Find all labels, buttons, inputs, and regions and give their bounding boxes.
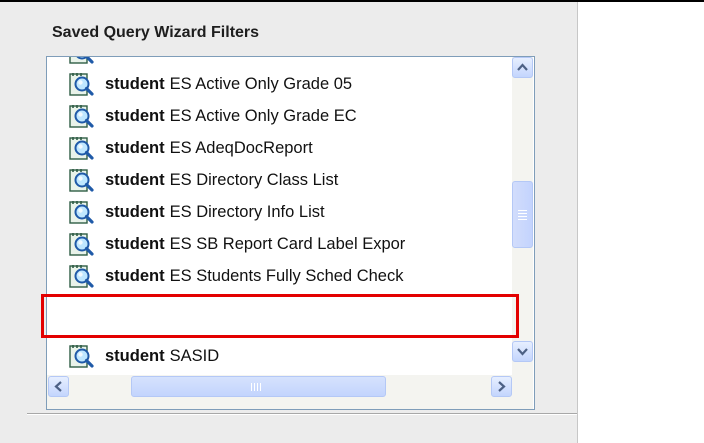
list-item-partial[interactable] bbox=[47, 56, 512, 68]
list-item[interactable]: student ES Directory Class List bbox=[47, 164, 512, 196]
list-item[interactable]: student ES Active Only Grade 05 bbox=[47, 68, 512, 100]
query-magnifier-icon bbox=[68, 71, 94, 97]
horizontal-scroll-thumb[interactable] bbox=[131, 376, 386, 397]
list-item-selected[interactable]: student ES Students Fully Sched Check bbox=[47, 260, 512, 292]
item-type: student bbox=[105, 234, 165, 253]
scrollbar-corner bbox=[512, 375, 533, 409]
item-name: ES SB Report Card Label Expor bbox=[169, 234, 406, 253]
list-item[interactable]: student ES SB Report Card Label Expor bbox=[47, 228, 512, 260]
chevron-left-icon bbox=[54, 381, 62, 392]
list-item[interactable]: student ES Directory Info List bbox=[47, 196, 512, 228]
divider-highlight bbox=[27, 414, 577, 415]
chevron-right-icon bbox=[498, 381, 506, 392]
item-type: student bbox=[105, 170, 165, 189]
list-item[interactable]: student ES AdeqDocReport bbox=[47, 132, 512, 164]
item-type: student bbox=[105, 346, 165, 365]
item-type: student bbox=[105, 138, 165, 157]
chevron-up-icon bbox=[517, 63, 528, 71]
section-title: Saved Query Wizard Filters bbox=[52, 24, 260, 41]
item-type: student bbox=[105, 202, 165, 221]
item-type: student bbox=[105, 74, 165, 93]
item-name: ES Directory Info List bbox=[169, 202, 325, 221]
list-item[interactable]: student ES Active Only Grade EC bbox=[47, 100, 512, 132]
query-magnifier-icon bbox=[68, 135, 94, 161]
query-magnifier-icon bbox=[68, 103, 94, 129]
scroll-up-button[interactable] bbox=[512, 57, 533, 78]
filters-panel: Saved Query Wizard Filters student ES Ac… bbox=[0, 2, 578, 443]
chevron-down-icon bbox=[517, 348, 528, 356]
item-name: ES AdeqDocReport bbox=[169, 138, 313, 157]
scroll-down-button[interactable] bbox=[512, 341, 533, 362]
scroll-left-button[interactable] bbox=[48, 376, 69, 397]
query-magnifier-icon bbox=[68, 263, 94, 289]
item-name: SASID bbox=[169, 346, 220, 365]
query-magnifier-icon bbox=[68, 199, 94, 225]
item-name: ES Active Only Grade EC bbox=[169, 106, 357, 125]
item-type: student bbox=[105, 106, 165, 125]
item-name: ES Directory Class List bbox=[169, 170, 339, 189]
vertical-scroll-thumb[interactable] bbox=[512, 181, 533, 248]
item-name: ES Active Only Grade 05 bbox=[169, 74, 353, 93]
query-magnifier-icon bbox=[68, 343, 94, 369]
query-magnifier-icon bbox=[68, 56, 94, 65]
vertical-scrollbar[interactable] bbox=[512, 57, 533, 375]
query-magnifier-icon bbox=[68, 231, 94, 257]
list-item[interactable]: student SASID bbox=[47, 341, 512, 371]
saved-query-list[interactable]: student ES Active Only Grade 05 student … bbox=[46, 56, 535, 410]
horizontal-scrollbar[interactable] bbox=[47, 375, 533, 409]
item-name: ES Students Fully Sched Check bbox=[169, 266, 404, 285]
query-magnifier-icon bbox=[68, 167, 94, 193]
scroll-right-button[interactable] bbox=[491, 376, 512, 397]
item-type: student bbox=[105, 266, 165, 285]
